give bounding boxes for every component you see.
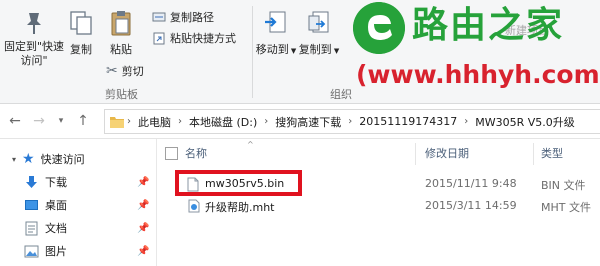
chevron-down-icon: ▼ bbox=[331, 47, 340, 55]
copy-path-button[interactable]: 复制路径 bbox=[152, 9, 214, 25]
breadcrumb-separator-icon: › bbox=[178, 116, 182, 127]
recent-locations-button[interactable]: ▾ bbox=[52, 112, 70, 130]
folder-icon bbox=[110, 116, 124, 128]
paste-shortcut-icon bbox=[153, 32, 165, 45]
move-to-icon bbox=[265, 11, 286, 33]
nav-label-desktop: 桌面 bbox=[45, 199, 67, 212]
address-bar[interactable]: › 此电脑 › 本地磁盘 (D:) › 搜狗高速下载 › 20151119174… bbox=[104, 109, 600, 134]
file-type: BIN 文件 bbox=[541, 179, 586, 192]
nav-item-downloads[interactable]: 下载 bbox=[24, 174, 67, 190]
pictures-icon bbox=[24, 245, 39, 257]
arrow-left-icon: ← bbox=[9, 113, 21, 129]
column-header-name[interactable]: 名称 bbox=[185, 142, 207, 164]
nav-item-pictures[interactable]: 图片 bbox=[24, 243, 67, 259]
breadcrumb-sogou-download[interactable]: 搜狗高速下载 bbox=[270, 114, 346, 130]
column-separator bbox=[415, 143, 416, 165]
copy-to-text: 复制到 bbox=[298, 43, 332, 56]
copy-label: 复制 bbox=[70, 43, 92, 56]
organize-group-label: 组织 bbox=[330, 88, 352, 101]
copy-to-button[interactable]: 复制到 ▼ bbox=[296, 8, 342, 57]
watermark-title: 路由之家 bbox=[412, 5, 565, 46]
file-row[interactable]: 升级帮助.mht 2015/3/11 14:59 MHT 文件 bbox=[157, 196, 600, 216]
router-home-logo bbox=[353, 2, 405, 54]
file-name: 升级帮助.mht bbox=[205, 201, 275, 214]
breadcrumb-separator-icon: › bbox=[264, 116, 269, 127]
paste-button[interactable]: 粘贴 bbox=[106, 8, 136, 57]
ribbon-separator bbox=[252, 6, 253, 98]
nav-item-documents[interactable]: 文档 bbox=[24, 220, 67, 236]
column-separator bbox=[533, 143, 534, 165]
pin-quick-access-label: 固定到"快速访问" bbox=[3, 40, 65, 67]
breadcrumb-local-disk[interactable]: 本地磁盘 (D:) bbox=[184, 114, 262, 130]
forward-button[interactable]: → bbox=[30, 112, 48, 130]
chevron-down-icon: ▾ bbox=[12, 154, 17, 164]
breadcrumb-upgrade-folder[interactable]: MW305R V5.0升级 bbox=[470, 114, 580, 130]
download-icon bbox=[26, 175, 37, 188]
copy-button[interactable]: 复制 bbox=[68, 8, 94, 57]
cut-label: 剪切 bbox=[121, 65, 144, 78]
breadcrumb-separator-icon: › bbox=[464, 116, 469, 127]
breadcrumb-this-pc[interactable]: 此电脑 bbox=[133, 114, 176, 130]
address-row: ← → ▾ ↑ › 此电脑 › 本地磁盘 (D:) › 搜狗高速下载 › 201… bbox=[0, 104, 600, 139]
pinned-icon: 📌 bbox=[137, 177, 150, 188]
mht-document-icon bbox=[188, 199, 200, 213]
watermark-url: (www.hhhyh.com) bbox=[356, 60, 600, 89]
scissors-icon: ✂ bbox=[106, 63, 118, 79]
file-type: MHT 文件 bbox=[541, 201, 591, 214]
nav-item-quick-access[interactable]: ▾ ★ 快速访问 bbox=[12, 151, 85, 167]
paste-shortcut-label: 粘贴快捷方式 bbox=[170, 32, 236, 45]
breadcrumb-separator-icon: › bbox=[348, 116, 353, 127]
sort-indicator-icon: ^ bbox=[247, 140, 254, 149]
documents-icon bbox=[25, 221, 38, 235]
desktop-icon bbox=[25, 199, 38, 210]
breadcrumb-separator-icon: › bbox=[127, 116, 131, 127]
column-header-date[interactable]: 修改日期 bbox=[425, 142, 469, 164]
pin-quick-access-button[interactable]: 固定到"快速访问" bbox=[2, 8, 66, 68]
chevron-down-icon: ▾ bbox=[58, 116, 64, 126]
pin-icon bbox=[27, 13, 41, 34]
pinned-icon: 📌 bbox=[137, 223, 150, 234]
cut-button[interactable]: ✂ 剪切 bbox=[106, 63, 144, 79]
nav-item-desktop[interactable]: 桌面 bbox=[24, 197, 67, 213]
arrow-right-icon: → bbox=[33, 113, 45, 129]
paste-label: 粘贴 bbox=[110, 43, 132, 56]
paste-icon bbox=[111, 11, 131, 36]
copy-path-label: 复制路径 bbox=[170, 11, 214, 24]
paste-shortcut-button[interactable]: 粘贴快捷方式 bbox=[152, 30, 236, 46]
file-list: 名称 ^ 修改日期 类型 mw305rv5.bin 2015/11/11 9:4… bbox=[157, 139, 600, 266]
clipboard-group-label: 剪贴板 bbox=[105, 88, 138, 101]
ribbon: 固定到"快速访问" 复制 粘贴 复制路径 粘贴快捷方式 ✂ 剪切 剪贴板 移动到… bbox=[0, 0, 600, 104]
move-to-text: 移动到 bbox=[255, 43, 289, 56]
copy-to-icon bbox=[308, 11, 329, 33]
navigation-pane: ▾ ★ 快速访问 下载 📌 桌面 📌 文档 📌 图片 📌 bbox=[0, 139, 157, 266]
move-to-button[interactable]: 移动到 ▼ bbox=[256, 8, 296, 57]
breadcrumb-timestamp-folder[interactable]: 20151119174317 bbox=[354, 115, 462, 128]
move-to-label: 移动到 ▼ bbox=[256, 41, 297, 57]
pinned-icon: 📌 bbox=[137, 246, 150, 257]
copy-path-icon bbox=[152, 12, 166, 22]
back-button[interactable]: ← bbox=[6, 112, 24, 130]
pinned-icon: 📌 bbox=[137, 200, 150, 211]
nav-label-quick-access: 快速访问 bbox=[40, 153, 85, 166]
nav-label-documents: 文档 bbox=[45, 222, 67, 235]
select-all-checkbox[interactable] bbox=[165, 147, 178, 160]
highlight-box bbox=[175, 170, 302, 196]
star-icon: ★ bbox=[22, 151, 35, 167]
file-date: 2015/11/11 9:48 bbox=[425, 177, 517, 190]
nav-label-downloads: 下载 bbox=[45, 176, 67, 189]
nav-label-pictures: 图片 bbox=[45, 245, 67, 258]
arrow-up-icon: ↑ bbox=[77, 113, 89, 129]
file-date: 2015/3/11 14:59 bbox=[425, 199, 517, 212]
copy-icon bbox=[70, 11, 92, 35]
column-header-type[interactable]: 类型 bbox=[541, 142, 563, 164]
copy-to-label: 复制到 ▼ bbox=[299, 41, 340, 57]
up-button[interactable]: ↑ bbox=[74, 112, 92, 130]
